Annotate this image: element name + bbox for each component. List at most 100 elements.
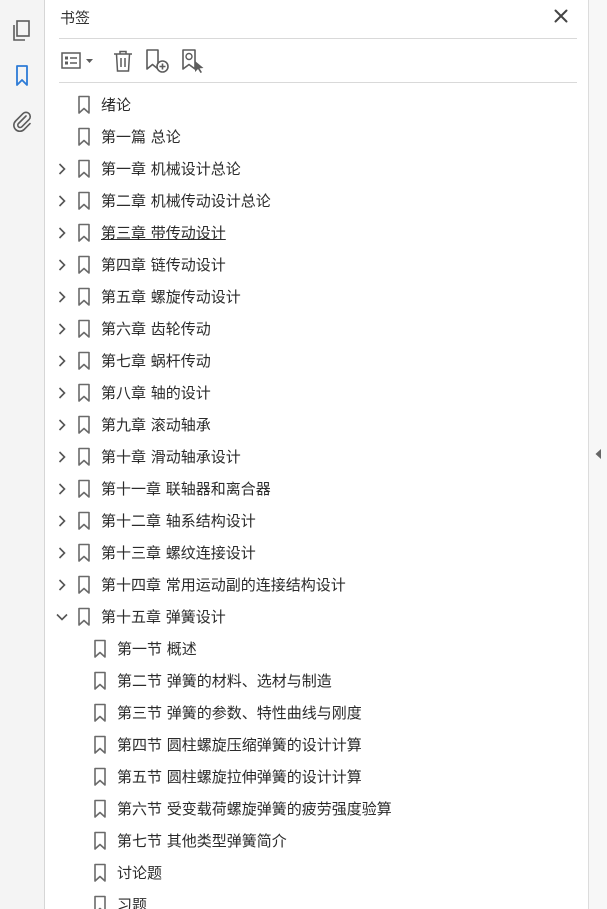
bookmark-item[interactable]: 第六节 受变载荷螺旋弹簧的疲劳强度验算 xyxy=(45,793,568,825)
bookmark-label: 习题 xyxy=(117,896,148,909)
delete-bookmark-icon[interactable] xyxy=(109,47,137,75)
add-bookmark-icon[interactable] xyxy=(143,47,171,75)
bookmark-item[interactable]: 第十一章 联轴器和离合器 xyxy=(45,473,568,505)
find-current-bookmark-icon[interactable] xyxy=(179,47,207,75)
bookmark-item[interactable]: 第五章 螺旋传动设计 xyxy=(45,281,568,313)
bookmark-label: 第一篇 总论 xyxy=(101,128,181,146)
bookmark-label: 第十五章 弹簧设计 xyxy=(101,608,226,626)
bookmark-label: 第十一章 联轴器和离合器 xyxy=(101,480,271,498)
chevron-right-icon[interactable] xyxy=(55,417,69,433)
bookmark-ribbon-icon xyxy=(77,383,91,403)
chevron-down-icon[interactable] xyxy=(55,609,69,625)
bookmark-ribbon-icon xyxy=(77,127,91,147)
bookmark-item[interactable]: 第二节 弹簧的材料、选材与制造 xyxy=(45,665,568,697)
close-icon[interactable] xyxy=(551,6,571,26)
chevron-right-icon[interactable] xyxy=(55,481,69,497)
bookmark-label: 第一节 概述 xyxy=(117,640,197,658)
bookmark-ribbon-icon xyxy=(77,159,91,179)
bookmark-item[interactable]: 第三节 弹簧的参数、特性曲线与刚度 xyxy=(45,697,568,729)
bookmark-ribbon-icon xyxy=(77,479,91,499)
bookmark-label: 绪论 xyxy=(101,96,132,114)
bookmark-item[interactable]: 第二章 机械传动设计总论 xyxy=(45,185,568,217)
bookmark-ribbon-icon xyxy=(93,831,107,851)
chevron-right-icon[interactable] xyxy=(55,577,69,593)
bookmark-label: 第七节 其他类型弹簧简介 xyxy=(117,832,287,850)
title-divider xyxy=(59,38,577,39)
bookmark-item[interactable]: 第八章 轴的设计 xyxy=(45,377,568,409)
options-menu-icon[interactable] xyxy=(59,47,99,75)
bookmark-ribbon-icon xyxy=(77,415,91,435)
chevron-right-icon[interactable] xyxy=(55,513,69,529)
bookmark-ribbon-icon xyxy=(93,735,107,755)
bookmark-icon[interactable] xyxy=(8,62,36,90)
bookmark-ribbon-icon xyxy=(77,319,91,339)
bookmark-label: 第二节 弹簧的材料、选材与制造 xyxy=(117,672,332,690)
bookmark-item[interactable]: 第三章 带传动设计 xyxy=(45,217,568,249)
bookmark-ribbon-icon xyxy=(93,799,107,819)
toolbar-divider xyxy=(59,82,577,83)
panel-splitter[interactable] xyxy=(588,0,607,909)
bookmark-item[interactable]: 第十四章 常用运动副的连接结构设计 xyxy=(45,569,568,601)
chevron-right-icon[interactable] xyxy=(55,225,69,241)
bookmark-item[interactable]: 第五节 圆柱螺旋拉伸弹簧的设计计算 xyxy=(45,761,568,793)
bookmark-label: 第六节 受变载荷螺旋弹簧的疲劳强度验算 xyxy=(117,800,392,818)
bookmark-ribbon-icon xyxy=(77,351,91,371)
bookmark-label: 第五节 圆柱螺旋拉伸弹簧的设计计算 xyxy=(117,768,362,786)
bookmarks-panel: 书签 绪论 第一篇 总论 第一章 机械设计总论 第二章 机械传动设计总论 第三章… xyxy=(45,0,588,909)
bookmark-item[interactable]: 第七节 其他类型弹簧简介 xyxy=(45,825,568,857)
bookmark-item[interactable]: 第十二章 轴系结构设计 xyxy=(45,505,568,537)
chevron-right-icon[interactable] xyxy=(55,545,69,561)
bookmark-item[interactable]: 讨论题 xyxy=(45,857,568,889)
bookmark-ribbon-icon xyxy=(77,191,91,211)
bookmark-label: 第四章 链传动设计 xyxy=(101,256,226,274)
bookmark-label: 第十四章 常用运动副的连接结构设计 xyxy=(101,576,346,594)
bookmark-label: 第五章 螺旋传动设计 xyxy=(101,288,241,306)
bookmark-item[interactable]: 第十五章 弹簧设计 xyxy=(45,601,568,633)
bookmark-label: 第三节 弹簧的参数、特性曲线与刚度 xyxy=(117,704,362,722)
bookmark-item[interactable]: 第九章 滚动轴承 xyxy=(45,409,568,441)
bookmark-item[interactable]: 第十三章 螺纹连接设计 xyxy=(45,537,568,569)
bookmark-ribbon-icon xyxy=(77,255,91,275)
bookmark-ribbon-icon xyxy=(93,639,107,659)
bookmark-label: 第十二章 轴系结构设计 xyxy=(101,512,256,530)
chevron-right-icon[interactable] xyxy=(55,321,69,337)
bookmark-item[interactable]: 第一章 机械设计总论 xyxy=(45,153,568,185)
bookmark-label: 第十三章 螺纹连接设计 xyxy=(101,544,256,562)
bookmark-item[interactable]: 第一节 概述 xyxy=(45,633,568,665)
chevron-right-icon[interactable] xyxy=(55,289,69,305)
bookmark-label: 第十章 滑动轴承设计 xyxy=(101,448,241,466)
bookmark-item[interactable]: 第十章 滑动轴承设计 xyxy=(45,441,568,473)
bookmark-item[interactable]: 第一篇 总论 xyxy=(45,121,568,153)
bookmark-ribbon-icon xyxy=(77,447,91,467)
chevron-right-icon[interactable] xyxy=(55,161,69,177)
bookmark-label: 第九章 滚动轴承 xyxy=(101,416,211,434)
bookmark-ribbon-icon xyxy=(77,511,91,531)
bookmark-ribbon-icon xyxy=(77,607,91,627)
bookmark-item[interactable]: 第六章 齿轮传动 xyxy=(45,313,568,345)
side-rail xyxy=(0,0,45,909)
bookmark-label: 第三章 带传动设计 xyxy=(101,224,226,242)
bookmark-ribbon-icon xyxy=(77,223,91,243)
bookmark-label: 第六章 齿轮传动 xyxy=(101,320,211,338)
chevron-right-icon[interactable] xyxy=(55,385,69,401)
chevron-right-icon[interactable] xyxy=(55,353,69,369)
bookmark-ribbon-icon xyxy=(93,863,107,883)
pages-icon[interactable] xyxy=(8,17,36,45)
chevron-right-icon[interactable] xyxy=(55,193,69,209)
attachment-icon[interactable] xyxy=(8,108,36,136)
bookmark-ribbon-icon xyxy=(77,543,91,563)
bookmark-item[interactable]: 第四章 链传动设计 xyxy=(45,249,568,281)
bookmark-label: 第七章 蜗杆传动 xyxy=(101,352,211,370)
chevron-right-icon[interactable] xyxy=(55,257,69,273)
bookmark-label: 第四节 圆柱螺旋压缩弹簧的设计计算 xyxy=(117,736,362,754)
bookmark-item[interactable]: 第七章 蜗杆传动 xyxy=(45,345,568,377)
bookmark-label: 讨论题 xyxy=(117,864,163,882)
bookmark-ribbon-icon xyxy=(93,767,107,787)
panel-title: 书签 xyxy=(60,9,91,27)
bookmark-ribbon-icon xyxy=(77,287,91,307)
chevron-right-icon[interactable] xyxy=(55,449,69,465)
bookmark-item[interactable]: 第四节 圆柱螺旋压缩弹簧的设计计算 xyxy=(45,729,568,761)
bookmark-item[interactable]: 绪论 xyxy=(45,89,568,121)
bookmark-item[interactable]: 习题 xyxy=(45,889,568,909)
collapse-panel-icon[interactable] xyxy=(593,446,603,462)
